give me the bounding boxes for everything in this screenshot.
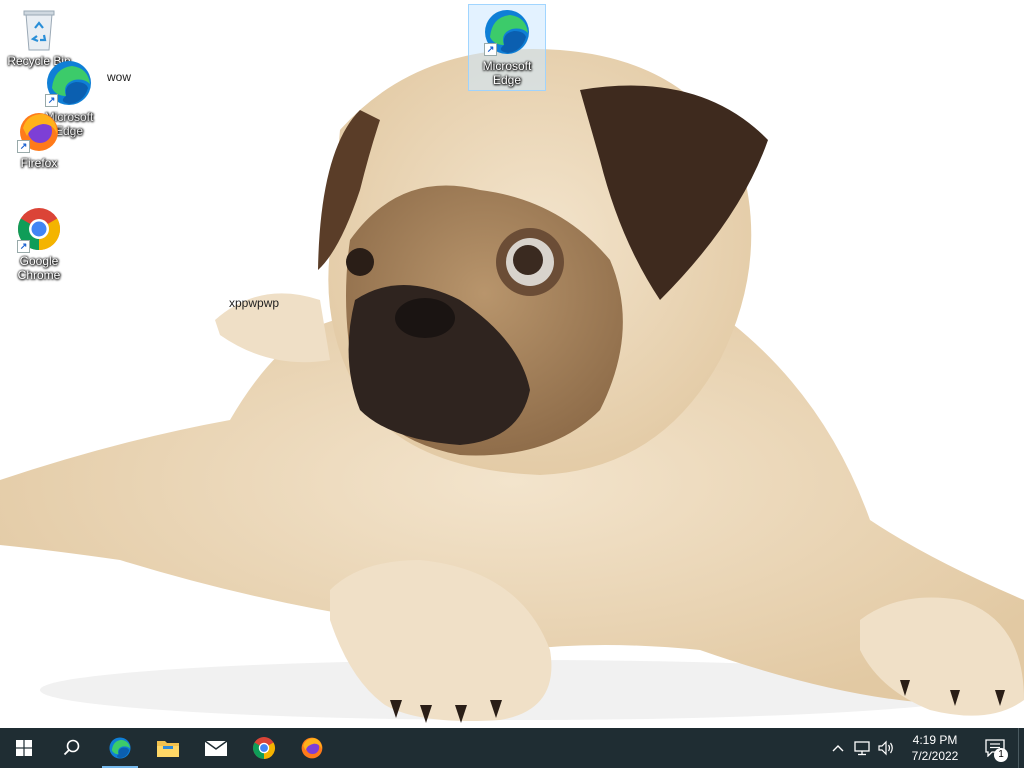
taskbar: 4:19 PM 7/2/2022 1 bbox=[0, 728, 1024, 768]
search-icon bbox=[63, 739, 80, 756]
recycle-bin-icon bbox=[23, 10, 55, 51]
folder-icon bbox=[157, 741, 179, 757]
shortcut-arrow-icon: ↗ bbox=[484, 43, 497, 56]
desktop-wallpaper bbox=[0, 0, 1024, 728]
start-button[interactable] bbox=[0, 728, 48, 768]
show-hidden-icons-button[interactable] bbox=[826, 728, 850, 768]
volume-icon bbox=[878, 740, 893, 756]
taskbar-mail-button[interactable] bbox=[192, 728, 240, 768]
chrome-icon bbox=[253, 737, 275, 759]
desktop-text-wow: wow bbox=[107, 70, 132, 84]
taskbar-firefox-button[interactable] bbox=[288, 728, 336, 768]
desktop-icon-google-chrome[interactable]: ↗ Google Chrome bbox=[1, 206, 77, 282]
edge-icon bbox=[109, 737, 131, 759]
desktop-icon-label: Microsoft Edge bbox=[482, 59, 532, 87]
windows-logo-icon bbox=[16, 740, 32, 756]
firefox-icon bbox=[301, 737, 323, 759]
clock-date: 7/2/2022 bbox=[911, 749, 959, 763]
desktop-text-xppwpwp: xppwpwp bbox=[229, 296, 280, 310]
network-button[interactable] bbox=[850, 728, 874, 768]
clock[interactable]: 4:19 PM 7/2/2022 bbox=[898, 732, 972, 764]
taskbar-chrome-button[interactable] bbox=[240, 728, 288, 768]
volume-button[interactable] bbox=[874, 728, 898, 768]
show-desktop-button[interactable] bbox=[1018, 728, 1024, 768]
desktop-icon-label: Firefox bbox=[20, 156, 58, 170]
taskbar-file-explorer-button[interactable] bbox=[144, 728, 192, 768]
action-center-button[interactable]: 1 bbox=[972, 728, 1018, 768]
shortcut-arrow-icon: ↗ bbox=[17, 240, 30, 253]
search-button[interactable] bbox=[48, 728, 96, 768]
system-tray: 4:19 PM 7/2/2022 1 bbox=[826, 728, 1024, 768]
shortcut-arrow-icon: ↗ bbox=[17, 140, 30, 153]
desktop-icon-label: Google Chrome bbox=[17, 254, 61, 282]
taskbar-edge-button[interactable] bbox=[96, 728, 144, 768]
desktop-icon-firefox[interactable]: ↗ Firefox bbox=[1, 110, 77, 170]
chevron-up-icon bbox=[832, 745, 844, 752]
desktop-icon-microsoft-edge-selected[interactable]: ↗ Microsoft Edge bbox=[468, 4, 546, 91]
notification-count-badge: 1 bbox=[994, 748, 1008, 762]
clock-time: 4:19 PM bbox=[912, 733, 958, 747]
shortcut-arrow-icon: ↗ bbox=[45, 94, 58, 107]
mail-icon bbox=[204, 740, 228, 756]
network-icon bbox=[854, 741, 870, 756]
